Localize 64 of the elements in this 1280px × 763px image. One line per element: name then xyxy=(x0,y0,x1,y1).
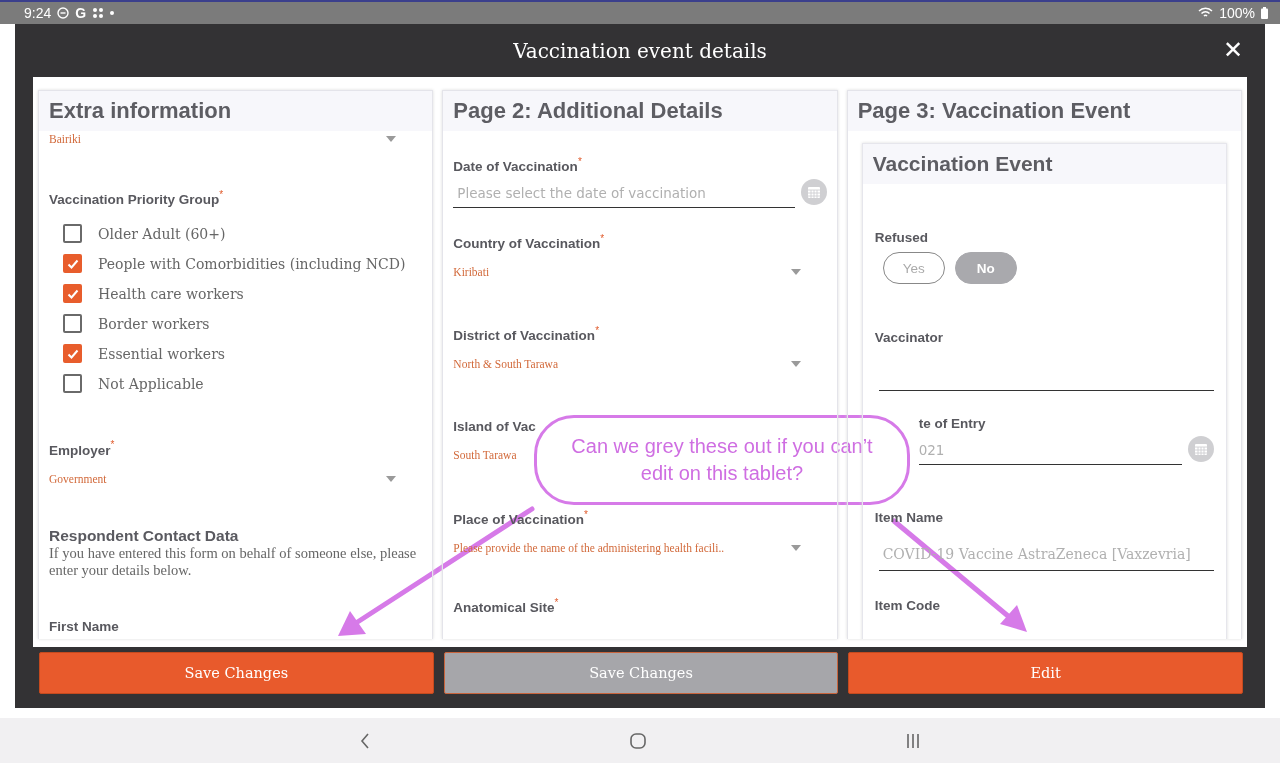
dropdown-value[interactable]: Kiribati xyxy=(453,266,490,279)
field-label: Employer xyxy=(49,442,111,458)
checkbox[interactable] xyxy=(63,374,82,394)
battery-percent: 100% xyxy=(1219,5,1255,21)
checkmark-icon xyxy=(66,287,79,300)
checkbox-label: People with Comorbidities (including NCD) xyxy=(98,255,406,272)
field-label: First Name xyxy=(49,619,119,635)
home-icon[interactable] xyxy=(630,732,646,749)
required-mark: * xyxy=(577,156,582,167)
recent-apps-icon[interactable] xyxy=(906,733,920,748)
field-label: Item Code xyxy=(874,598,940,613)
date-field[interactable]: Please select the date of vaccination xyxy=(453,175,795,209)
checkbox-label: Not Applicable xyxy=(98,375,204,392)
battery-icon xyxy=(1261,7,1268,19)
page-heading: Extra information xyxy=(49,98,232,124)
field-label: Anatomical Site xyxy=(453,600,555,616)
required-mark: * xyxy=(554,597,559,608)
field-label: District of Vaccination xyxy=(453,328,596,344)
required-mark: * xyxy=(595,325,600,336)
checkmark-icon xyxy=(66,257,79,270)
field-label: Vaccinator xyxy=(874,330,943,345)
field-label: Country of Vaccination xyxy=(453,236,601,252)
field-label: Vaccination Priority Group xyxy=(49,192,220,208)
checkbox-label: Essential workers xyxy=(98,345,226,362)
status-time: 9:24 xyxy=(24,5,52,21)
checkbox-label: Health care workers xyxy=(98,285,244,302)
checkbox[interactable] xyxy=(63,284,82,304)
back-icon[interactable] xyxy=(360,732,370,749)
checkbox[interactable] xyxy=(63,224,82,244)
close-button[interactable]: ✕ xyxy=(1222,36,1243,64)
dropdown-value[interactable]: Bairiki xyxy=(49,133,81,145)
toggle-option[interactable]: No xyxy=(954,252,1017,284)
checkbox[interactable] xyxy=(63,344,82,364)
field-label: Refused xyxy=(874,230,928,245)
section-heading: Respondent Contact Data xyxy=(49,527,240,546)
action-button[interactable]: Edit xyxy=(848,652,1243,694)
dropdown-value[interactable]: South Tarawa xyxy=(453,449,517,461)
checkbox[interactable] xyxy=(63,314,82,334)
wifi-icon xyxy=(1198,7,1214,19)
page-heading: Page 2: Additional Details xyxy=(453,98,723,124)
field-label: Date of Vaccination xyxy=(453,159,578,175)
required-mark: * xyxy=(219,189,224,200)
dropdown-value[interactable]: North & South Tarawa xyxy=(453,358,559,371)
app-grid-icon xyxy=(92,7,105,19)
page-heading: Page 3: Vaccination Event xyxy=(857,98,1131,124)
checkbox[interactable] xyxy=(63,254,82,274)
required-mark: * xyxy=(583,509,588,520)
checkbox-label: Older Adult (60+) xyxy=(98,225,226,242)
field-label: Item Name xyxy=(874,510,943,525)
required-mark: * xyxy=(110,439,115,451)
dropdown-value[interactable]: Government xyxy=(49,472,107,485)
dialog-title: Vaccination event details xyxy=(513,38,767,63)
checkbox-label: Border workers xyxy=(98,315,210,332)
field-label: te of Entry xyxy=(918,416,986,431)
required-mark: * xyxy=(600,233,605,244)
dot-icon xyxy=(110,11,115,15)
notification-letter: G xyxy=(75,5,87,21)
do-not-disturb-icon xyxy=(57,7,70,19)
action-button[interactable]: Save Changes xyxy=(39,652,434,694)
toggle-option[interactable]: Yes xyxy=(882,252,945,284)
checkmark-icon xyxy=(66,347,79,360)
section-description: If you have entered this form on behalf of someone else, please enter your details below. xyxy=(49,545,418,580)
field-label: Island of Vac xyxy=(453,419,536,434)
section-heading: Vaccination Event xyxy=(872,152,1053,176)
